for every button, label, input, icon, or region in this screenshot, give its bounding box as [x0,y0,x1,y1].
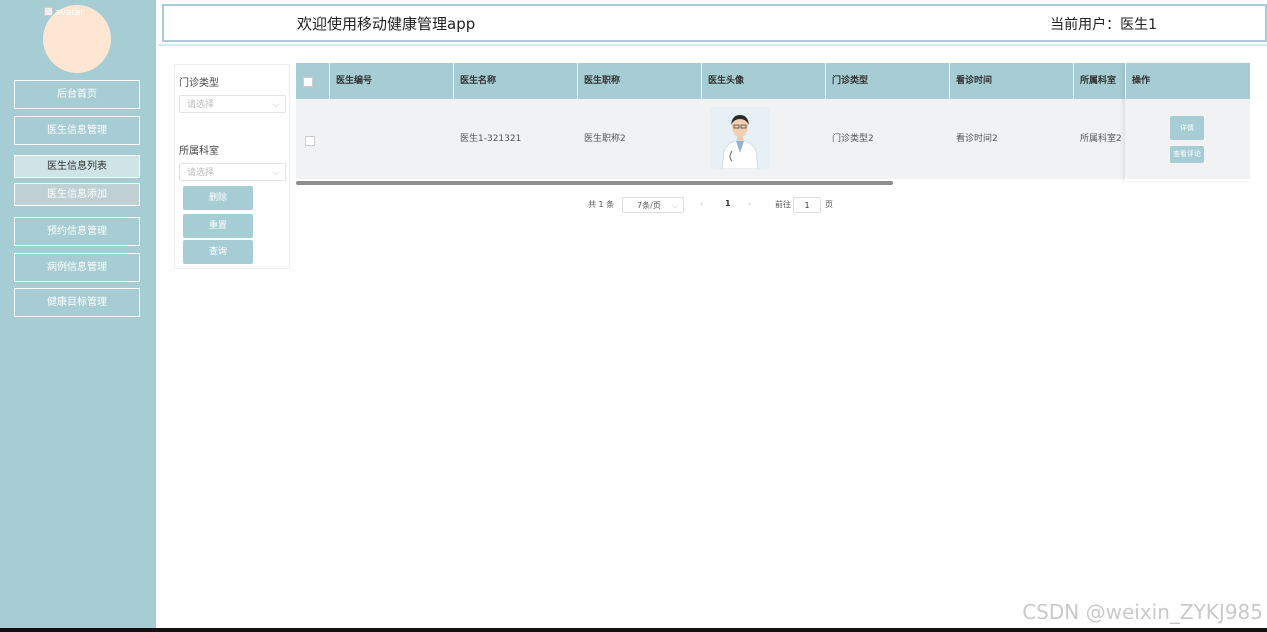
sidebar-item-case-management[interactable]: 病例信息管理 [14,253,140,282]
detail-button[interactable]: 详情 [1170,116,1204,140]
page-suffix: 页 [825,200,833,209]
bottom-border [0,628,1267,632]
sidebar-item-appointment-management[interactable]: 预约信息管理 [14,217,140,246]
select-all-cell [296,63,330,99]
table-row: 医生1-321321 医生职称2 门诊类型2 看诊时间2 所属科室2 详情 查看… [296,99,1250,179]
next-page-icon[interactable]: › [748,199,751,208]
goto-label: 前往 [775,200,791,209]
header-divider [158,44,1267,46]
department-label: 所属科室 [179,146,219,157]
cell-visit-time: 看诊时间2 [956,134,998,144]
sidebar-subitem-doctor-add[interactable]: 医生信息添加 [14,183,140,206]
sidebar-item-doctor-management[interactable]: 医生信息管理 [14,116,140,145]
query-button[interactable]: 查询 [183,240,253,264]
sidebar-item-home[interactable]: 后台首页 [14,80,140,109]
current-page-number[interactable]: 1 [725,199,731,208]
doctor-avatar-image [710,107,770,169]
clinic-type-select[interactable]: 请选择 ⌵ [179,95,286,113]
sidebar-item-health-goal-management[interactable]: 健康目标管理 [14,288,140,317]
operations-column: 详情 查看评论 [1125,63,1250,181]
horizontal-scrollbar[interactable] [296,181,893,185]
row-checkbox[interactable] [305,136,315,146]
sidebar-subitem-doctor-list[interactable]: 医生信息列表 [14,155,140,178]
delete-button[interactable]: 删除 [183,186,253,210]
view-reviews-button[interactable]: 查看评论 [1170,146,1204,163]
clinic-type-label: 门诊类型 [179,78,219,89]
column-header[interactable]: 看诊时间 [950,63,1074,99]
select-all-checkbox[interactable] [303,77,313,87]
department-select[interactable]: 请选择 ⌵ [179,163,286,181]
avatar-alt-text: avatar [44,7,84,18]
watermark-text: CSDN @weixin_ZYKJ985 [1022,600,1263,624]
column-header[interactable]: 医生编号 [330,63,454,99]
reset-button[interactable]: 重置 [183,214,253,238]
current-user: 当前用户：医生1 [1050,17,1157,33]
goto-page-input[interactable]: 1 [793,197,821,213]
app-title: 欢迎使用移动健康管理app [297,15,476,33]
cell-clinic-type: 门诊类型2 [832,134,874,144]
clinic-type-placeholder: 请选择 [187,100,215,110]
page-size-value: 7条/页 [637,201,661,210]
cell-doctor-name: 医生1-321321 [460,134,522,144]
chevron-down-icon: ⌵ [272,100,279,110]
cell-doctor-title: 医生职称2 [584,134,626,144]
cell-department: 所属科室2 [1080,134,1122,144]
table-header: 医生编号 医生名称 医生职称 医生头像 门诊类型 看诊时间 所属科室 操作 [296,63,1250,99]
doctor-table: 医生编号 医生名称 医生职称 医生头像 门诊类型 看诊时间 所属科室 操作 医生… [296,63,1250,185]
filter-panel: 门诊类型 请选择 ⌵ 所属科室 请选择 ⌵ 删除 重置 查询 [174,64,290,269]
prev-page-icon[interactable]: ‹ [700,199,703,208]
top-header: 欢迎使用移动健康管理app 当前用户：医生1 [162,4,1267,42]
department-placeholder: 请选择 [187,168,215,178]
chevron-down-icon: ⌵ [671,201,678,210]
pagination-total: 共 1 条 [588,200,615,209]
sidebar: avatar 后台首页 医生信息管理 医生信息列表 医生信息添加 预约信息管理 … [0,0,156,628]
cell-doctor-id [330,99,454,179]
column-header[interactable]: 医生头像 [702,63,826,99]
column-header[interactable]: 门诊类型 [826,63,950,99]
column-header[interactable]: 医生名称 [454,63,578,99]
column-header[interactable]: 所属科室 [1074,63,1126,99]
chevron-down-icon: ⌵ [272,168,279,178]
page-size-select[interactable]: 7条/页 ⌵ [622,197,684,213]
column-header[interactable]: 医生职称 [578,63,702,99]
